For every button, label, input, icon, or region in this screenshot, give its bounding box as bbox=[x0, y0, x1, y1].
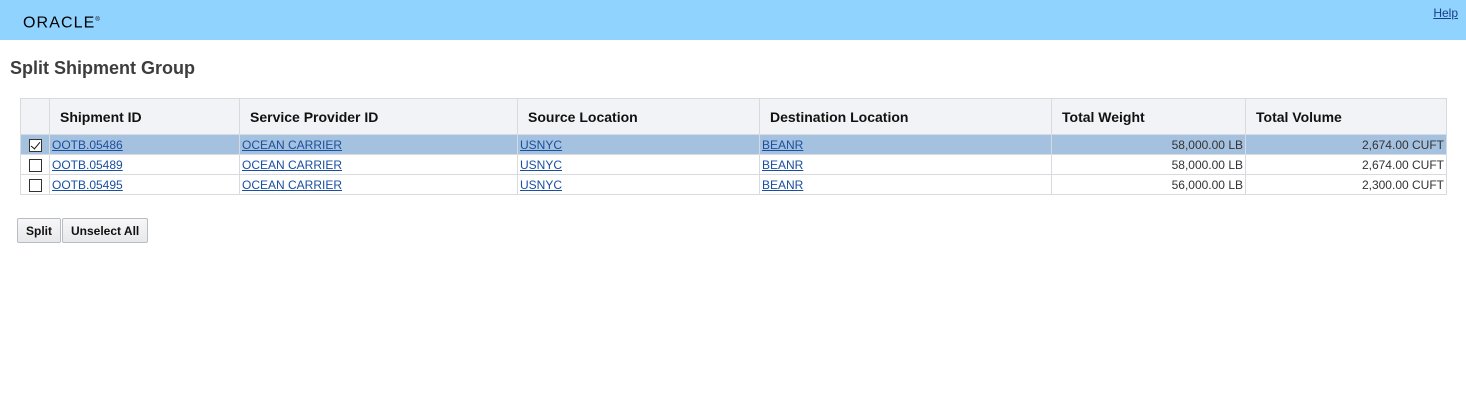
column-header-total-weight[interactable]: Total Weight bbox=[1051, 98, 1246, 135]
table-row[interactable]: OOTB.05495 OCEAN CARRIER USNYC BEANR 56,… bbox=[20, 174, 1447, 195]
destination-location-link[interactable]: BEANR bbox=[762, 178, 803, 192]
source-location-link[interactable]: USNYC bbox=[520, 158, 562, 172]
split-button[interactable]: Split bbox=[17, 218, 61, 243]
service-provider-link[interactable]: OCEAN CARRIER bbox=[242, 138, 342, 152]
help-link[interactable]: Help bbox=[1433, 6, 1458, 20]
table-row[interactable]: OOTB.05486 OCEAN CARRIER USNYC BEANR 58,… bbox=[20, 134, 1447, 155]
destination-location-link[interactable]: BEANR bbox=[762, 138, 803, 152]
shipment-table: Shipment ID Service Provider ID Source L… bbox=[20, 98, 1447, 195]
total-weight-cell: 58,000.00 LB bbox=[1051, 134, 1246, 155]
shipment-id-link[interactable]: OOTB.05486 bbox=[52, 138, 123, 152]
column-header-shipment-id[interactable]: Shipment ID bbox=[49, 98, 240, 135]
service-provider-link[interactable]: OCEAN CARRIER bbox=[242, 158, 342, 172]
service-provider-link[interactable]: OCEAN CARRIER bbox=[242, 178, 342, 192]
table-row[interactable]: OOTB.05489 OCEAN CARRIER USNYC BEANR 58,… bbox=[20, 154, 1447, 175]
source-location-link[interactable]: USNYC bbox=[520, 178, 562, 192]
registered-mark: ® bbox=[95, 17, 101, 23]
unselect-all-button[interactable]: Unselect All bbox=[62, 218, 149, 243]
total-volume-cell: 2,674.00 CUFT bbox=[1245, 154, 1447, 175]
page-title: Split Shipment Group bbox=[10, 58, 195, 78]
shipment-id-link[interactable]: OOTB.05489 bbox=[52, 158, 123, 172]
table-header-row: Shipment ID Service Provider ID Source L… bbox=[20, 98, 1447, 135]
total-weight-cell: 56,000.00 LB bbox=[1051, 174, 1246, 195]
total-weight-cell: 58,000.00 LB bbox=[1051, 154, 1246, 175]
column-header-select bbox=[20, 98, 50, 135]
total-volume-cell: 2,674.00 CUFT bbox=[1245, 134, 1447, 155]
logo-text: ORACLE bbox=[23, 14, 96, 32]
source-location-link[interactable]: USNYC bbox=[520, 138, 562, 152]
row-select-checkbox[interactable] bbox=[28, 138, 42, 152]
shipment-id-link[interactable]: OOTB.05495 bbox=[52, 178, 123, 192]
row-select-checkbox[interactable] bbox=[28, 178, 42, 192]
column-header-destination-location[interactable]: Destination Location bbox=[759, 98, 1052, 135]
destination-location-link[interactable]: BEANR bbox=[762, 158, 803, 172]
column-header-total-volume[interactable]: Total Volume bbox=[1245, 98, 1447, 135]
column-header-service-provider-id[interactable]: Service Provider ID bbox=[239, 98, 518, 135]
app-header: ORACLE® Help bbox=[0, 0, 1466, 40]
total-volume-cell: 2,300.00 CUFT bbox=[1245, 174, 1447, 195]
column-header-source-location[interactable]: Source Location bbox=[517, 98, 760, 135]
row-select-checkbox[interactable] bbox=[28, 158, 42, 172]
oracle-logo: ORACLE® bbox=[23, 11, 101, 32]
